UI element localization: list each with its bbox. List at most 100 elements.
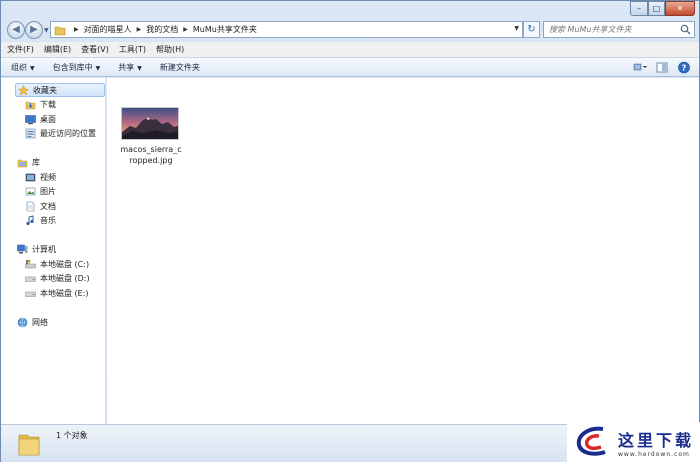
menu-tools[interactable]: 工具(T): [119, 44, 146, 55]
minimize-icon: –: [637, 4, 641, 13]
chevron-down-icon: ▼: [137, 64, 142, 72]
help-icon[interactable]: ?: [677, 61, 691, 74]
menu-edit[interactable]: 编辑(E): [44, 44, 71, 55]
nav-label: 桌面: [40, 114, 56, 124]
nav-item-videos[interactable]: 视频: [25, 170, 56, 184]
search-box: [543, 21, 695, 38]
nav-network[interactable]: 网络: [17, 315, 48, 329]
new-folder-button[interactable]: 新建文件夹: [160, 62, 200, 73]
documents-icon: [26, 201, 35, 211]
nav-label: 本地磁盘 (C:): [40, 259, 90, 269]
nav-label: 最近访问的位置: [40, 128, 96, 138]
downloads-icon: [25, 101, 36, 109]
organize-button[interactable]: 组织 ▼: [11, 62, 35, 73]
organize-label: 组织: [11, 62, 27, 72]
nav-label: 收藏夹: [33, 85, 57, 95]
chevron-down-icon: ▼: [95, 64, 101, 72]
computer-icon: [17, 244, 28, 253]
recent-places-icon: [25, 128, 36, 138]
refresh-button[interactable]: ↻: [523, 21, 540, 38]
nav-favorites[interactable]: 收藏夹: [15, 83, 105, 97]
watermark-logo-icon: [576, 426, 606, 456]
nav-item-music[interactable]: 音乐: [25, 213, 56, 227]
nav-libraries[interactable]: 库: [17, 155, 40, 169]
window-controls: – □ ✕: [630, 1, 695, 16]
title-bar: ◀ ▶ ▼ ▶ 对面的喵星人 ▶ 我的文档 ▶ MuMu共享文件夹 ▼ ↻ – …: [1, 1, 699, 41]
network-icon: [17, 317, 28, 327]
close-icon: ✕: [676, 4, 684, 13]
breadcrumb-separator-icon[interactable]: ▶: [137, 26, 142, 33]
back-button[interactable]: ◀: [7, 21, 25, 39]
explorer-window: ◀ ▶ ▼ ▶ 对面的喵星人 ▶ 我的文档 ▶ MuMu共享文件夹 ▼ ↻ – …: [0, 0, 700, 462]
view-tools: ?: [625, 61, 691, 74]
nav-computer[interactable]: 计算机: [17, 242, 56, 256]
nav-label: 本地磁盘 (E:): [40, 288, 89, 298]
nav-label: 本地磁盘 (D:): [40, 273, 90, 283]
nav-label: 库: [32, 157, 40, 167]
watermark: 这里下载 www.herdown.com: [567, 422, 700, 462]
menu-view[interactable]: 查看(V): [81, 44, 109, 55]
menu-help[interactable]: 帮助(H): [156, 44, 184, 55]
file-item[interactable]: macos_sierra_cropped.jpg: [119, 107, 183, 166]
breadcrumb-item[interactable]: 我的文档: [146, 24, 178, 35]
image-thumbnail: [121, 107, 179, 140]
address-dropdown-icon[interactable]: ▼: [514, 25, 519, 32]
nav-item-pictures[interactable]: 图片: [25, 184, 56, 198]
nav-label: 音乐: [40, 215, 56, 225]
item-count: 1 个对象: [56, 431, 88, 440]
search-input[interactable]: [544, 22, 674, 37]
nav-item-downloads[interactable]: 下载: [25, 97, 56, 111]
menu-bar: 文件(F) 编辑(E) 查看(V) 工具(T) 帮助(H): [1, 41, 699, 57]
address-bar[interactable]: ▶ 对面的喵星人 ▶ 我的文档 ▶ MuMu共享文件夹 ▼: [50, 21, 523, 38]
include-in-library-label: 包含到库中: [52, 62, 93, 72]
share-button[interactable]: 共享 ▼: [118, 62, 142, 73]
nav-label: 下载: [40, 99, 56, 109]
navigation-pane: 收藏夹 下载 桌面 最近访问的位置 库 视频 图片 文档 音乐 计算机 本地磁盘…: [1, 78, 106, 424]
refresh-icon: ↻: [527, 24, 536, 35]
nav-item-desktop[interactable]: 桌面: [25, 112, 56, 126]
pictures-icon: [25, 187, 36, 195]
desktop-icon: [25, 114, 36, 124]
music-icon: [26, 214, 34, 225]
back-arrow-icon: ◀: [12, 24, 20, 35]
watermark-text: 这里下载: [618, 431, 695, 450]
recent-pages-dropdown-icon[interactable]: ▼: [44, 27, 49, 34]
breadcrumb-item[interactable]: 对面的喵星人: [84, 24, 132, 35]
system-drive-icon: [25, 259, 36, 268]
file-list[interactable]: macos_sierra_cropped.jpg: [107, 78, 699, 424]
chevron-down-icon: ▼: [30, 64, 35, 72]
library-icon: [17, 159, 28, 167]
folder-icon: [54, 26, 66, 35]
change-view-icon[interactable]: [633, 61, 647, 74]
folder-icon: [18, 434, 40, 456]
star-icon: [18, 84, 29, 96]
nav-label: 图片: [40, 186, 56, 196]
nav-label: 网络: [32, 317, 48, 327]
nav-item-drive-c[interactable]: 本地磁盘 (C:): [25, 257, 89, 271]
minimize-button[interactable]: –: [630, 1, 648, 16]
search-icon[interactable]: [680, 24, 691, 35]
watermark-url: www.herdown.com: [618, 451, 690, 458]
maximize-button[interactable]: □: [648, 1, 665, 16]
svg-text:?: ?: [682, 64, 687, 73]
breadcrumb-separator-icon[interactable]: ▶: [183, 26, 188, 33]
breadcrumb-item[interactable]: MuMu共享文件夹: [193, 24, 257, 35]
nav-item-drive-d[interactable]: 本地磁盘 (D:): [25, 271, 90, 285]
drive-icon: [25, 276, 36, 282]
nav-item-drive-e[interactable]: 本地磁盘 (E:): [25, 286, 89, 300]
menu-file[interactable]: 文件(F): [7, 44, 34, 55]
nav-item-documents[interactable]: 文档: [25, 199, 56, 213]
nav-label: 文档: [40, 201, 56, 211]
video-icon: [25, 173, 36, 181]
preview-pane-icon[interactable]: [655, 61, 669, 74]
share-label: 共享: [118, 62, 135, 72]
forward-arrow-icon: ▶: [30, 24, 38, 35]
maximize-icon: □: [652, 4, 661, 13]
command-bar: 组织 ▼ 包含到库中 ▼ 共享 ▼ 新建文件夹 ?: [1, 57, 699, 77]
nav-item-recent-places[interactable]: 最近访问的位置: [25, 126, 96, 140]
mountain-landscape-image: [122, 108, 178, 139]
close-button[interactable]: ✕: [665, 1, 695, 16]
include-in-library-button[interactable]: 包含到库中 ▼: [53, 62, 101, 73]
forward-button[interactable]: ▶: [25, 21, 43, 39]
breadcrumb-separator-icon[interactable]: ▶: [74, 26, 79, 33]
